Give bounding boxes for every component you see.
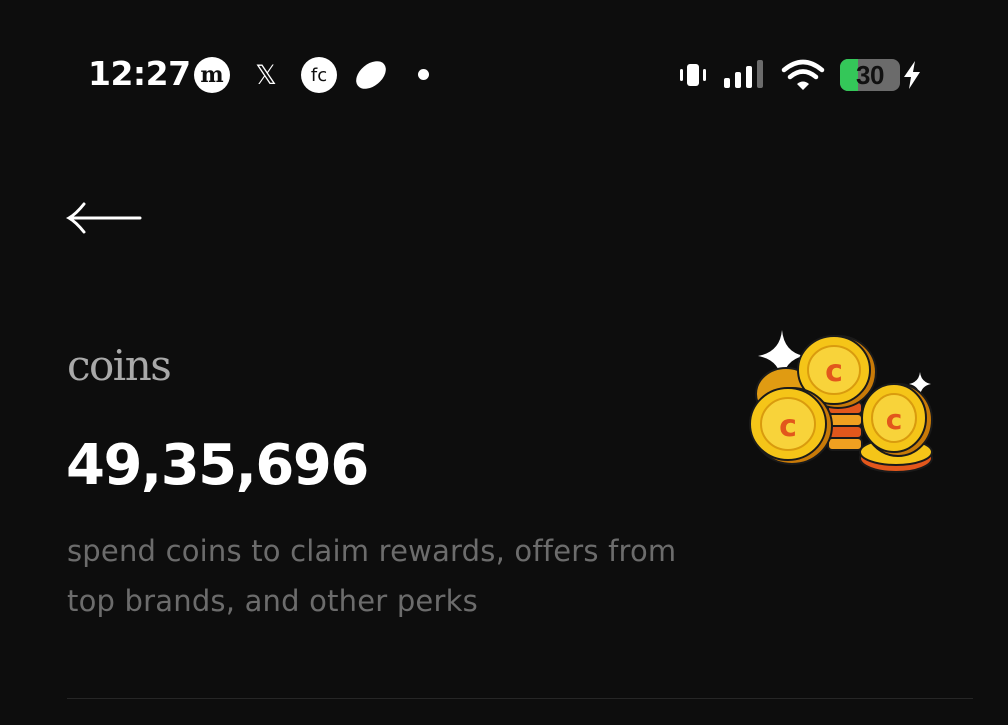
arrow-left-icon: [65, 202, 142, 234]
coins-label: coins: [67, 341, 172, 390]
battery-icon: 30: [840, 59, 900, 91]
wifi-icon: [780, 58, 826, 92]
coins-description: spend coins to claim rewards, offers fro…: [67, 534, 677, 618]
battery-percentage: 30: [856, 60, 884, 90]
leaf-icon: [351, 57, 391, 93]
x-icon: 𝕏: [255, 59, 277, 91]
back-button[interactable]: [62, 196, 146, 240]
coin-pile-icon: c c c: [744, 326, 940, 482]
svg-text:c: c: [886, 403, 903, 436]
more-dot-icon: [418, 69, 429, 80]
signal-icon: [722, 58, 768, 92]
charging-bolt-icon: [901, 60, 923, 90]
divider: [67, 698, 973, 699]
status-time: 12:27: [88, 54, 191, 93]
fc-app-icon: fc: [301, 57, 337, 93]
svg-text:c: c: [825, 354, 843, 389]
coins-balance: 49,35,696: [66, 433, 369, 498]
m-app-icon: m: [194, 57, 230, 93]
svg-text:c: c: [779, 409, 797, 444]
status-bar: 12:27 m 𝕏 fc 30: [0, 0, 1008, 150]
vibrate-icon: [677, 59, 709, 91]
